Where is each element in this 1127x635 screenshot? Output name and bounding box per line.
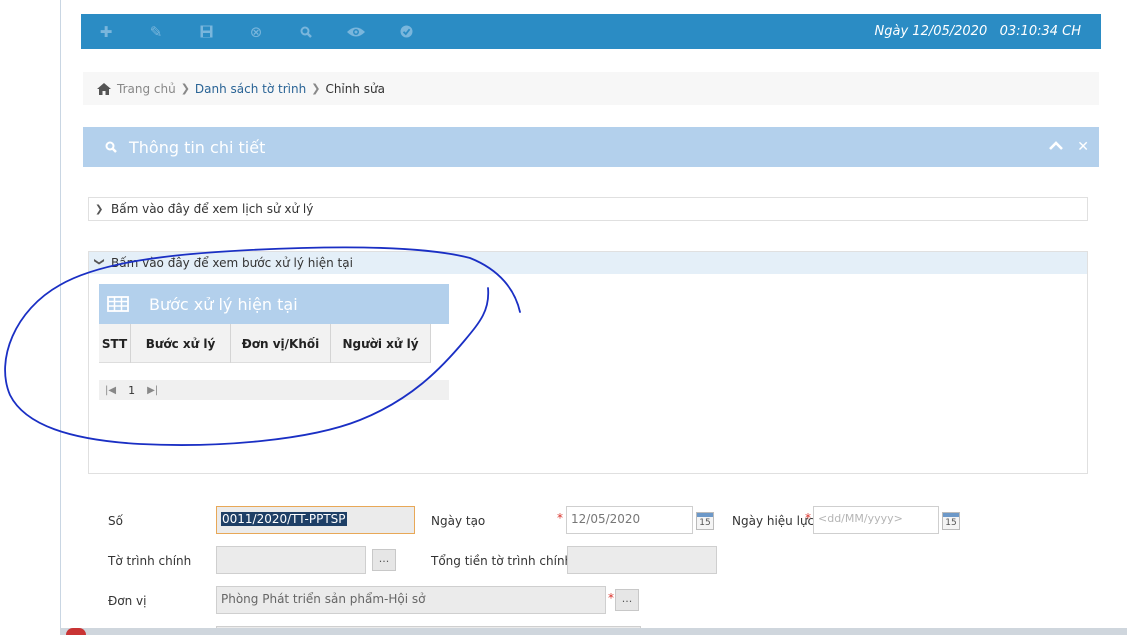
edit-button[interactable]: ✎ bbox=[131, 14, 181, 49]
column-header-step[interactable]: Bước xử lý bbox=[131, 324, 231, 363]
save-icon bbox=[200, 25, 212, 38]
chevron-right-icon: ❯ bbox=[95, 203, 104, 215]
grid-pager: |◀ 1 ▶| bbox=[99, 380, 449, 400]
breadcrumb-current: Chỉnh sửa bbox=[325, 81, 385, 96]
ngay-tao-input[interactable]: 12/05/2020 bbox=[566, 506, 693, 534]
breadcrumb: Trang chủ ❯ Danh sách tờ trình ❯ Chỉnh s… bbox=[83, 72, 1099, 105]
eye-icon bbox=[347, 27, 365, 36]
to-trinh-chinh-input[interactable] bbox=[216, 546, 366, 574]
ngay-hieu-luc-label: Ngày hiệu lực bbox=[732, 514, 815, 528]
cancel-button[interactable]: ⊗ bbox=[231, 14, 281, 49]
required-mark: * bbox=[608, 591, 614, 605]
page-number[interactable]: 1 bbox=[128, 384, 135, 397]
datetime-display: Ngày 12/05/2020 03:10:34 CH bbox=[874, 24, 1081, 39]
tong-tien-input[interactable] bbox=[567, 546, 717, 574]
ngay-hieu-luc-input[interactable]: <dd/MM/yyyy> bbox=[813, 506, 939, 534]
current-step-accordion: ❯ Bấm vào đây để xem bước xử lý hiện tại… bbox=[88, 251, 1088, 474]
so-input[interactable]: 0011/2020/TT-PPTSP bbox=[216, 506, 415, 534]
don-vi-input[interactable]: Phòng Phát triển sản phẩm-Hội sở bbox=[216, 586, 606, 614]
to-trinh-chinh-browse-button[interactable]: ... bbox=[372, 549, 396, 571]
check-icon bbox=[400, 25, 412, 38]
approve-button[interactable] bbox=[381, 14, 431, 49]
view-button[interactable] bbox=[331, 14, 381, 49]
don-vi-label: Đơn vị bbox=[108, 594, 147, 608]
first-page-icon[interactable]: |◀ bbox=[105, 385, 116, 396]
required-mark: * bbox=[557, 511, 563, 525]
save-button[interactable] bbox=[181, 14, 231, 49]
panel-title: Thông tin chi tiết bbox=[129, 137, 266, 157]
detail-panel-header: Thông tin chi tiết ✕ bbox=[83, 127, 1099, 167]
grid-title: Bước xử lý hiện tại bbox=[149, 294, 298, 314]
so-value: 0011/2020/TT-PPTSP bbox=[221, 512, 347, 526]
chevron-right-icon: ❯ bbox=[180, 82, 190, 95]
taskbar-app-icon bbox=[66, 628, 86, 635]
tong-tien-label: Tổng tiền tờ trình chính bbox=[431, 554, 573, 568]
column-header-stt[interactable]: STT bbox=[99, 324, 131, 363]
panel-tools: ✕ bbox=[1049, 127, 1089, 167]
calendar-icon[interactable]: 15 bbox=[942, 512, 960, 530]
left-border-line bbox=[60, 0, 61, 635]
search-icon bbox=[105, 141, 117, 153]
search-button[interactable] bbox=[281, 14, 331, 49]
breadcrumb-home[interactable]: Trang chủ bbox=[117, 82, 176, 96]
taskbar-edge bbox=[60, 628, 1127, 635]
add-button[interactable]: ✚ bbox=[81, 14, 131, 49]
home-icon bbox=[97, 82, 111, 95]
breadcrumb-list[interactable]: Danh sách tờ trình bbox=[195, 82, 306, 96]
ngay-tao-label: Ngày tạo bbox=[431, 514, 486, 528]
column-header-handler[interactable]: Người xử lý bbox=[331, 324, 431, 363]
chevron-down-icon: ❯ bbox=[93, 257, 105, 266]
chevron-right-icon: ❯ bbox=[311, 82, 321, 95]
pencil-icon: ✎ bbox=[149, 22, 163, 41]
collapse-chevron-up-icon[interactable] bbox=[1049, 139, 1064, 155]
grid-header-row: STT Bước xử lý Đơn vị/Khối Người xử lý bbox=[99, 324, 431, 363]
column-header-unit[interactable]: Đơn vị/Khối bbox=[231, 324, 331, 363]
don-vi-browse-button[interactable]: ... bbox=[615, 589, 639, 611]
close-icon[interactable]: ✕ bbox=[1077, 139, 1089, 155]
current-step-accordion-header[interactable]: ❯ Bấm vào đây để xem bước xử lý hiện tại bbox=[89, 252, 1087, 274]
so-label: Số bbox=[108, 514, 123, 528]
history-accordion[interactable]: ❯ Bấm vào đây để xem lịch sử xử lý bbox=[88, 197, 1088, 221]
search-icon bbox=[300, 26, 312, 38]
cancel-icon: ⊗ bbox=[249, 22, 263, 41]
history-accordion-label: Bấm vào đây để xem lịch sử xử lý bbox=[111, 202, 314, 216]
grid-title-bar: Bước xử lý hiện tại bbox=[99, 284, 449, 324]
toolbar: ✚ ✎ ⊗ Ngày 12/05/2020 03:10:34 CH bbox=[81, 14, 1101, 49]
current-step-accordion-label: Bấm vào đây để xem bước xử lý hiện tại bbox=[111, 256, 353, 270]
to-trinh-chinh-label: Tờ trình chính bbox=[108, 554, 192, 568]
calendar-icon[interactable]: 15 bbox=[696, 512, 714, 530]
table-icon bbox=[107, 296, 129, 312]
required-mark: * bbox=[805, 511, 811, 525]
last-page-icon[interactable]: ▶| bbox=[147, 385, 158, 396]
plus-icon: ✚ bbox=[99, 22, 113, 41]
